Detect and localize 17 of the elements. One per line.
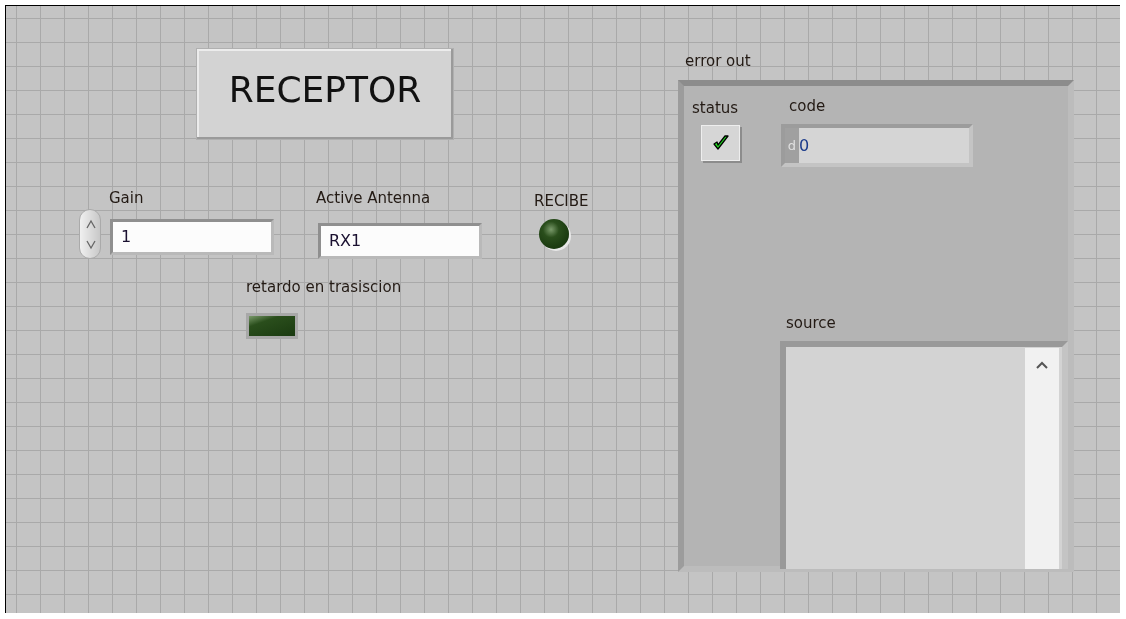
error-out-label: error out bbox=[685, 52, 751, 70]
increment-decrement-arrows[interactable] bbox=[79, 209, 101, 259]
scrollbar[interactable] bbox=[1025, 348, 1059, 569]
square-led[interactable] bbox=[246, 313, 298, 339]
code-label: code bbox=[789, 97, 826, 115]
status-label: status bbox=[692, 99, 739, 117]
scroll-up-icon[interactable] bbox=[1035, 360, 1049, 370]
gain-label: Gain bbox=[109, 189, 144, 207]
receptor-button[interactable]: RECEPTOR bbox=[196, 48, 454, 140]
led-label: RECIBE bbox=[534, 192, 589, 210]
led-label: retardo en trasiscion bbox=[246, 278, 402, 296]
round-led[interactable] bbox=[539, 219, 569, 249]
gain-field[interactable]: 1 bbox=[110, 219, 274, 255]
active-antenna-label: Active Antenna bbox=[316, 189, 431, 207]
source-label: source bbox=[786, 314, 836, 332]
code-field: 0 bbox=[799, 128, 969, 163]
active-antenna-field[interactable]: RX1 bbox=[318, 223, 482, 259]
